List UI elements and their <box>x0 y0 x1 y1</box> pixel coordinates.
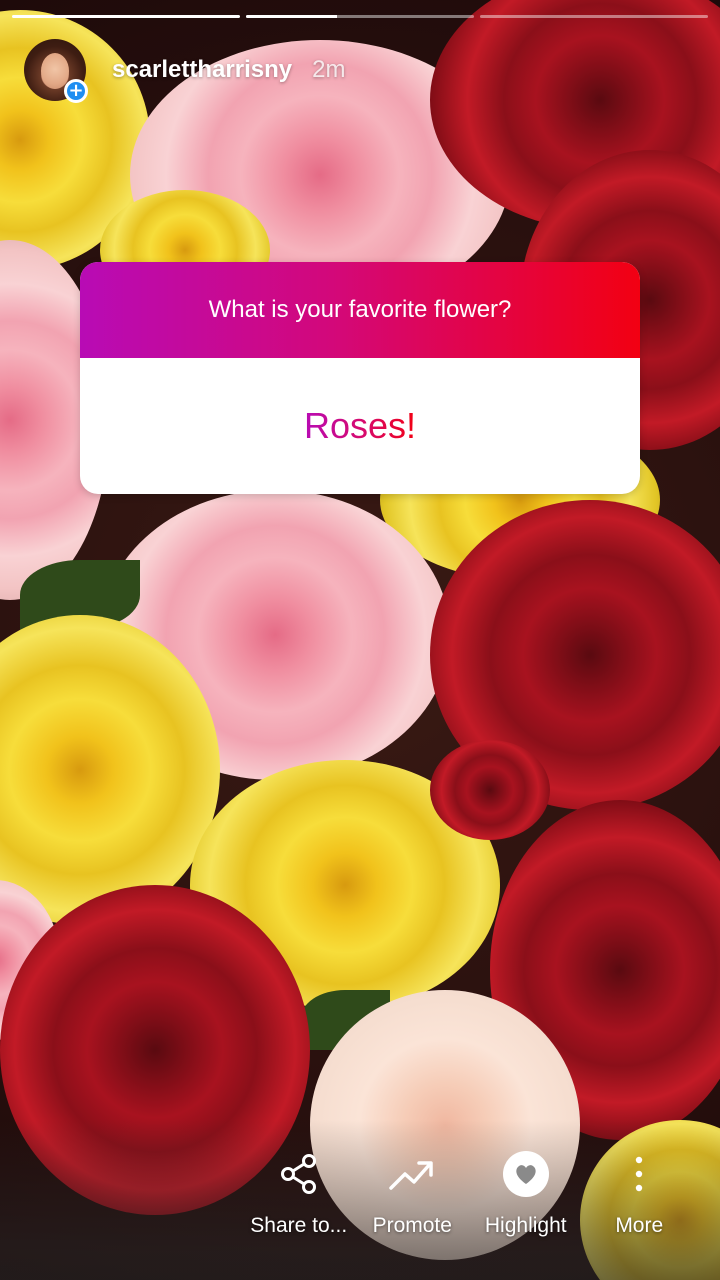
answer-text: Roses! <box>303 405 417 446</box>
story-photo-background <box>0 0 720 1280</box>
share-icon <box>275 1150 323 1198</box>
heart-circle-icon <box>502 1150 550 1198</box>
progress-segment <box>12 15 240 18</box>
question-sticker[interactable]: What is your favorite flower? Roses! <box>80 262 640 494</box>
progress-fill <box>246 15 338 18</box>
avatar-face <box>41 53 69 89</box>
more-label: More <box>615 1214 664 1237</box>
progress-segment <box>246 15 474 18</box>
story-actions-bar: Share to... Promote Highlight More <box>242 1150 720 1250</box>
more-button[interactable]: More <box>583 1150 697 1250</box>
post-timestamp: 2m <box>312 56 346 83</box>
story-progress-bar <box>12 15 708 18</box>
question-answer-area: Roses! <box>80 358 640 494</box>
promote-label: Promote <box>372 1214 452 1237</box>
story-header: + scarlettharrisny 2m <box>24 38 696 103</box>
promote-button[interactable]: Promote <box>356 1150 470 1250</box>
question-prompt: What is your favorite flower? <box>80 262 640 358</box>
highlight-button[interactable]: Highlight <box>469 1150 583 1250</box>
more-vertical-icon <box>615 1150 663 1198</box>
username[interactable]: scarlettharrisny <box>112 56 292 84</box>
trending-up-icon <box>388 1150 436 1198</box>
progress-fill <box>12 15 240 18</box>
user-avatar-icon[interactable]: + <box>24 39 88 103</box>
share-to-label: Share to... <box>250 1214 348 1237</box>
plus-icon[interactable]: + <box>64 79 88 103</box>
highlight-label: Highlight <box>484 1214 567 1237</box>
share-to-button[interactable]: Share to... <box>242 1150 356 1250</box>
progress-segment <box>480 15 708 18</box>
